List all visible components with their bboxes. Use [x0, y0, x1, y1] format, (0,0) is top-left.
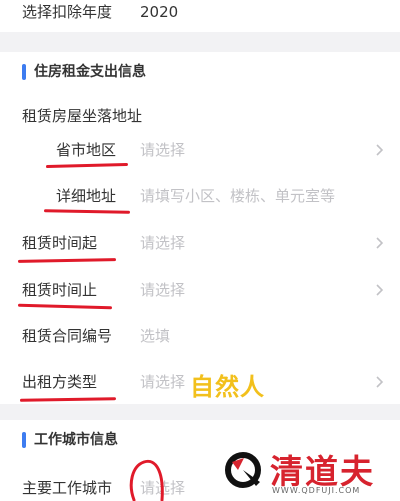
section-accent-bar — [22, 64, 26, 80]
contract-no-label: 租赁合同编号 — [22, 327, 113, 345]
rental-section-header: 住房租金支出信息 — [0, 52, 400, 92]
watermark-url: WWW.QDFUJI.COM — [272, 486, 361, 495]
chevron-right-icon — [376, 376, 384, 388]
contract-no-row[interactable]: 租赁合同编号 选填 — [0, 316, 400, 356]
tax-app-rental-form: 选择扣除年度 2020 住房租金支出信息 租赁房屋坐落地址 省市地区 请选择 详… — [0, 0, 400, 501]
province-city-placeholder: 请选择 — [140, 141, 186, 159]
chevron-right-icon — [376, 237, 384, 249]
contract-no-placeholder: 选填 — [140, 327, 171, 345]
deduction-year-card: 选择扣除年度 2020 — [0, 0, 400, 32]
chevron-right-icon — [376, 284, 384, 296]
watermark: 清道夫 WWW.QDFUJI.COM — [206, 444, 400, 501]
work-city-section-title: 工作城市信息 — [34, 432, 118, 448]
deduction-year-value: 2020 — [140, 3, 179, 21]
qdf-logo-icon — [225, 452, 261, 488]
end-date-placeholder: 请选择 — [140, 281, 186, 299]
deduction-year-label: 选择扣除年度 — [22, 3, 113, 21]
section-accent-bar — [22, 432, 26, 448]
lessor-type-placeholder: 请选择 — [140, 373, 186, 391]
lessor-type-label: 出租方类型 — [22, 373, 98, 391]
start-date-label: 租赁时间起 — [22, 234, 98, 252]
rental-section-title: 住房租金支出信息 — [34, 64, 146, 80]
deduction-year-row[interactable]: 选择扣除年度 2020 — [0, 0, 400, 32]
start-date-placeholder: 请选择 — [140, 234, 186, 252]
start-date-row[interactable]: 租赁时间起 请选择 — [0, 223, 400, 263]
lessor-type-annotation: 自然人 — [190, 373, 265, 401]
rental-info-card: 住房租金支出信息 租赁房屋坐落地址 省市地区 请选择 详细地址 请填写小区、楼栋… — [0, 52, 400, 404]
annotation-circle-main-city — [129, 459, 164, 501]
chevron-right-icon — [376, 144, 384, 156]
detail-address-placeholder: 请填写小区、楼栋、单元室等 — [140, 187, 336, 205]
main-city-label: 主要工作城市 — [22, 479, 113, 497]
